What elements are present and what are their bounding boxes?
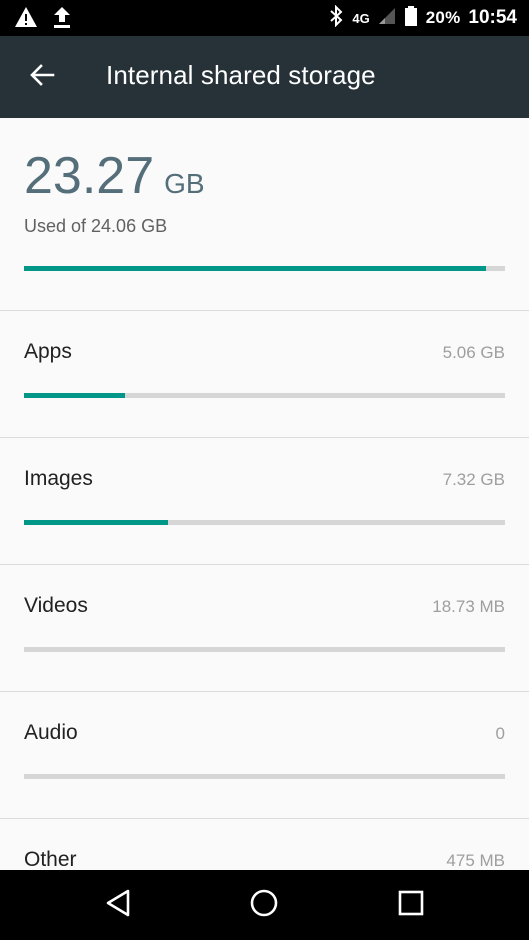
recents-square-icon [398,890,424,921]
signal-icon [378,7,396,30]
nav-back-button[interactable] [100,887,136,923]
upload-icon [52,5,72,34]
category-usage-bar [24,520,505,525]
status-bar: 4G 20% 10:54 [0,0,529,36]
category-label: Audio [24,721,78,744]
category-videos[interactable]: Videos 18.73 MB [0,565,529,692]
arrow-back-icon [29,62,55,93]
category-label: Apps [24,340,72,363]
storage-summary: 23.27 GB Used of 24.06 GB [0,118,529,311]
category-usage-bar [24,774,505,779]
bluetooth-icon [328,4,344,32]
category-size: 5.06 GB [442,343,505,362]
category-size: 7.32 GB [442,470,505,489]
nav-recents-button[interactable] [393,887,429,923]
category-usage-bar [24,647,505,652]
category-usage-bar [24,393,505,398]
category-label: Images [24,467,93,490]
navigation-bar [0,870,529,940]
battery-icon [404,5,418,32]
used-unit: GB [164,168,205,199]
total-usage-bar [24,266,505,271]
home-circle-icon [249,888,279,923]
category-other[interactable]: Other 475 MB [0,819,529,870]
nav-home-button[interactable] [246,887,282,923]
category-size: 475 MB [446,851,505,870]
app-bar: Internal shared storage [0,36,529,118]
network-type: 4G [352,10,370,26]
used-value: 23.27 [24,147,155,205]
back-triangle-icon [105,889,131,922]
warning-icon [14,6,38,33]
category-label: Other [24,848,77,870]
battery-percent: 20% [425,8,461,27]
clock: 10:54 [468,7,517,28]
page-title: Internal shared storage [106,60,376,90]
category-images[interactable]: Images 7.32 GB [0,438,529,565]
category-apps[interactable]: Apps 5.06 GB [0,311,529,438]
category-label: Videos [24,594,88,617]
status-right-icons: 4G 20% 10:54 [328,0,517,36]
total-usage-fill [24,266,486,271]
category-size: 18.73 MB [432,597,505,616]
category-audio[interactable]: Audio 0 [0,692,529,819]
category-size: 0 [495,724,505,743]
category-usage-fill [24,393,125,398]
used-amount: 23.27 GB [24,150,205,202]
used-caption: Used of 24.06 GB [24,216,168,236]
storage-content[interactable]: 23.27 GB Used of 24.06 GB Apps 5.06 GB Im… [0,118,529,870]
category-usage-fill [24,520,169,525]
back-button[interactable] [16,51,68,103]
status-left-icons [14,5,72,34]
